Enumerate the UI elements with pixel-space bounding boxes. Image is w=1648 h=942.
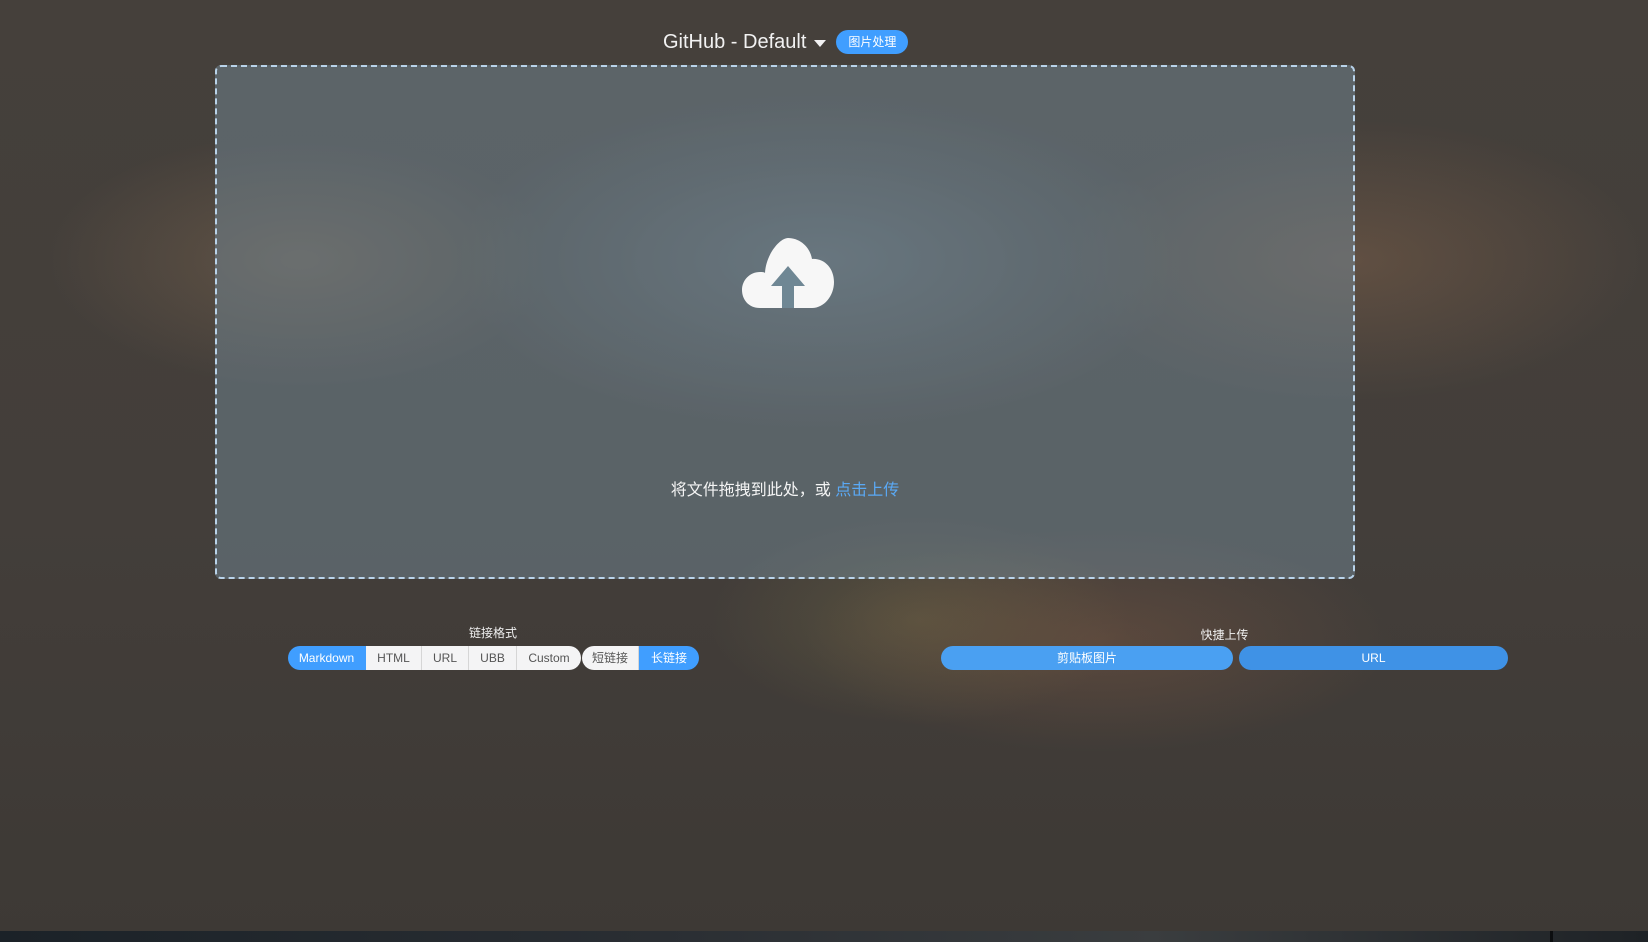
url-upload-button[interactable]: URL xyxy=(1239,646,1508,670)
drag-text: 将文件拖拽到此处，或 xyxy=(670,482,831,499)
link-format-label: 链接格式 xyxy=(468,626,517,640)
clipboard-upload-button[interactable]: 剪贴板图片 xyxy=(941,646,1233,670)
short-link-option[interactable]: 短链接 xyxy=(582,646,639,670)
chevron-down-icon[interactable] xyxy=(814,40,827,47)
link-format-group: Markdown HTML URL UBB Custom xyxy=(288,646,581,670)
taskbar-strip xyxy=(0,931,1648,942)
format-custom-option[interactable]: Custom xyxy=(517,646,581,670)
divider xyxy=(1550,931,1553,942)
click-upload-link[interactable]: 点击上传 xyxy=(835,482,899,499)
upload-instructions: 将文件拖拽到此处，或 点击上传 xyxy=(217,476,1353,500)
picbed-name[interactable]: GitHub - Default xyxy=(663,28,806,56)
format-url-option[interactable]: URL xyxy=(422,646,469,670)
link-length-group: 短链接 长链接 xyxy=(582,646,699,670)
format-html-option[interactable]: HTML xyxy=(366,646,422,670)
quick-upload-label: 快捷上传 xyxy=(1200,628,1249,642)
long-link-option[interactable]: 长链接 xyxy=(639,646,699,670)
cloud-upload-icon xyxy=(742,238,834,308)
image-process-button[interactable]: 图片处理 xyxy=(836,30,909,54)
format-markdown-option[interactable]: Markdown xyxy=(288,646,366,670)
upload-dropzone[interactable]: 将文件拖拽到此处，或 点击上传 xyxy=(215,65,1355,579)
format-ubb-option[interactable]: UBB xyxy=(469,646,517,670)
picbed-selector: GitHub - Default 图片处理 xyxy=(663,28,909,56)
